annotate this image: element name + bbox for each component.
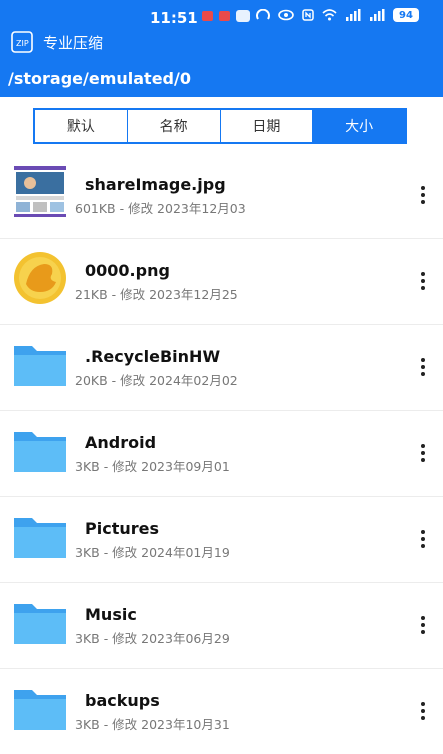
tab-size[interactable]: 大小	[313, 110, 405, 142]
folder-icon	[14, 518, 66, 558]
notification-icons	[202, 10, 250, 22]
svg-text:ZIP: ZIP	[16, 39, 29, 48]
file-name: Music	[85, 605, 137, 624]
eye-icon	[278, 9, 294, 21]
file-row[interactable]: shareImage.jpg 601KB - 修改 2023年12月03	[0, 152, 443, 239]
current-path: /storage/emulated/0	[8, 69, 191, 88]
signal-icon	[346, 9, 361, 21]
file-name: Android	[85, 433, 157, 452]
file-meta: 3KB - 修改 2023年09月01	[75, 459, 230, 474]
app-header: 11:51 94 ZIP 专业压缩 /storage/emulated/0	[0, 0, 443, 97]
more-options-icon[interactable]	[413, 696, 433, 726]
sort-tabs: 默认 名称 日期 大小	[33, 108, 407, 144]
file-row[interactable]: .RecycleBinHW 20KB - 修改 2024年02月02	[0, 324, 443, 411]
file-row[interactable]: Pictures 3KB - 修改 2024年01月19	[0, 496, 443, 583]
file-name: .RecycleBinHW	[85, 347, 221, 366]
more-options-icon[interactable]	[413, 180, 433, 210]
file-row[interactable]: Music 3KB - 修改 2023年06月29	[0, 582, 443, 669]
file-meta: 3KB - 修改 2023年10月31	[75, 717, 230, 732]
more-options-icon[interactable]	[413, 610, 433, 640]
file-meta: 3KB - 修改 2024年01月19	[75, 545, 230, 560]
file-name: 0000.png	[85, 261, 170, 280]
more-options-icon[interactable]	[413, 266, 433, 296]
zip-app-icon: ZIP	[11, 31, 33, 53]
folder-icon	[14, 432, 66, 472]
folder-icon	[14, 690, 66, 730]
tab-name[interactable]: 名称	[128, 110, 221, 142]
file-name: Pictures	[85, 519, 159, 538]
wifi-icon	[322, 9, 337, 21]
battery-indicator: 94	[393, 8, 419, 22]
app-notification-icon	[236, 10, 250, 22]
status-bar: 11:51 94	[0, 0, 443, 28]
image-thumbnail	[12, 164, 68, 218]
more-options-icon[interactable]	[413, 524, 433, 554]
speed-icon	[256, 9, 270, 20]
file-row[interactable]: 0000.png 21KB - 修改 2023年12月25	[0, 238, 443, 325]
file-meta: 601KB - 修改 2023年12月03	[75, 201, 246, 216]
file-row[interactable]: backups 3KB - 修改 2023年10月31	[0, 668, 443, 754]
nfc-icon	[302, 9, 314, 21]
file-row[interactable]: Android 3KB - 修改 2023年09月01	[0, 410, 443, 497]
tab-default[interactable]: 默认	[35, 110, 128, 142]
folder-icon	[14, 346, 66, 386]
file-meta: 21KB - 修改 2023年12月25	[75, 287, 238, 302]
signal-icon	[370, 9, 385, 21]
tab-date[interactable]: 日期	[221, 110, 314, 142]
image-thumbnail	[14, 252, 66, 304]
file-meta: 20KB - 修改 2024年02月02	[75, 373, 238, 388]
file-meta: 3KB - 修改 2023年06月29	[75, 631, 230, 646]
app-title: 专业压缩	[43, 34, 104, 52]
file-name: backups	[85, 691, 160, 710]
file-name: shareImage.jpg	[85, 175, 226, 194]
notification-icon	[219, 11, 230, 21]
folder-icon	[14, 604, 66, 644]
status-time: 11:51	[150, 9, 198, 27]
system-icons: 94	[256, 8, 419, 22]
notification-icon	[202, 11, 213, 21]
more-options-icon[interactable]	[413, 352, 433, 382]
more-options-icon[interactable]	[413, 438, 433, 468]
